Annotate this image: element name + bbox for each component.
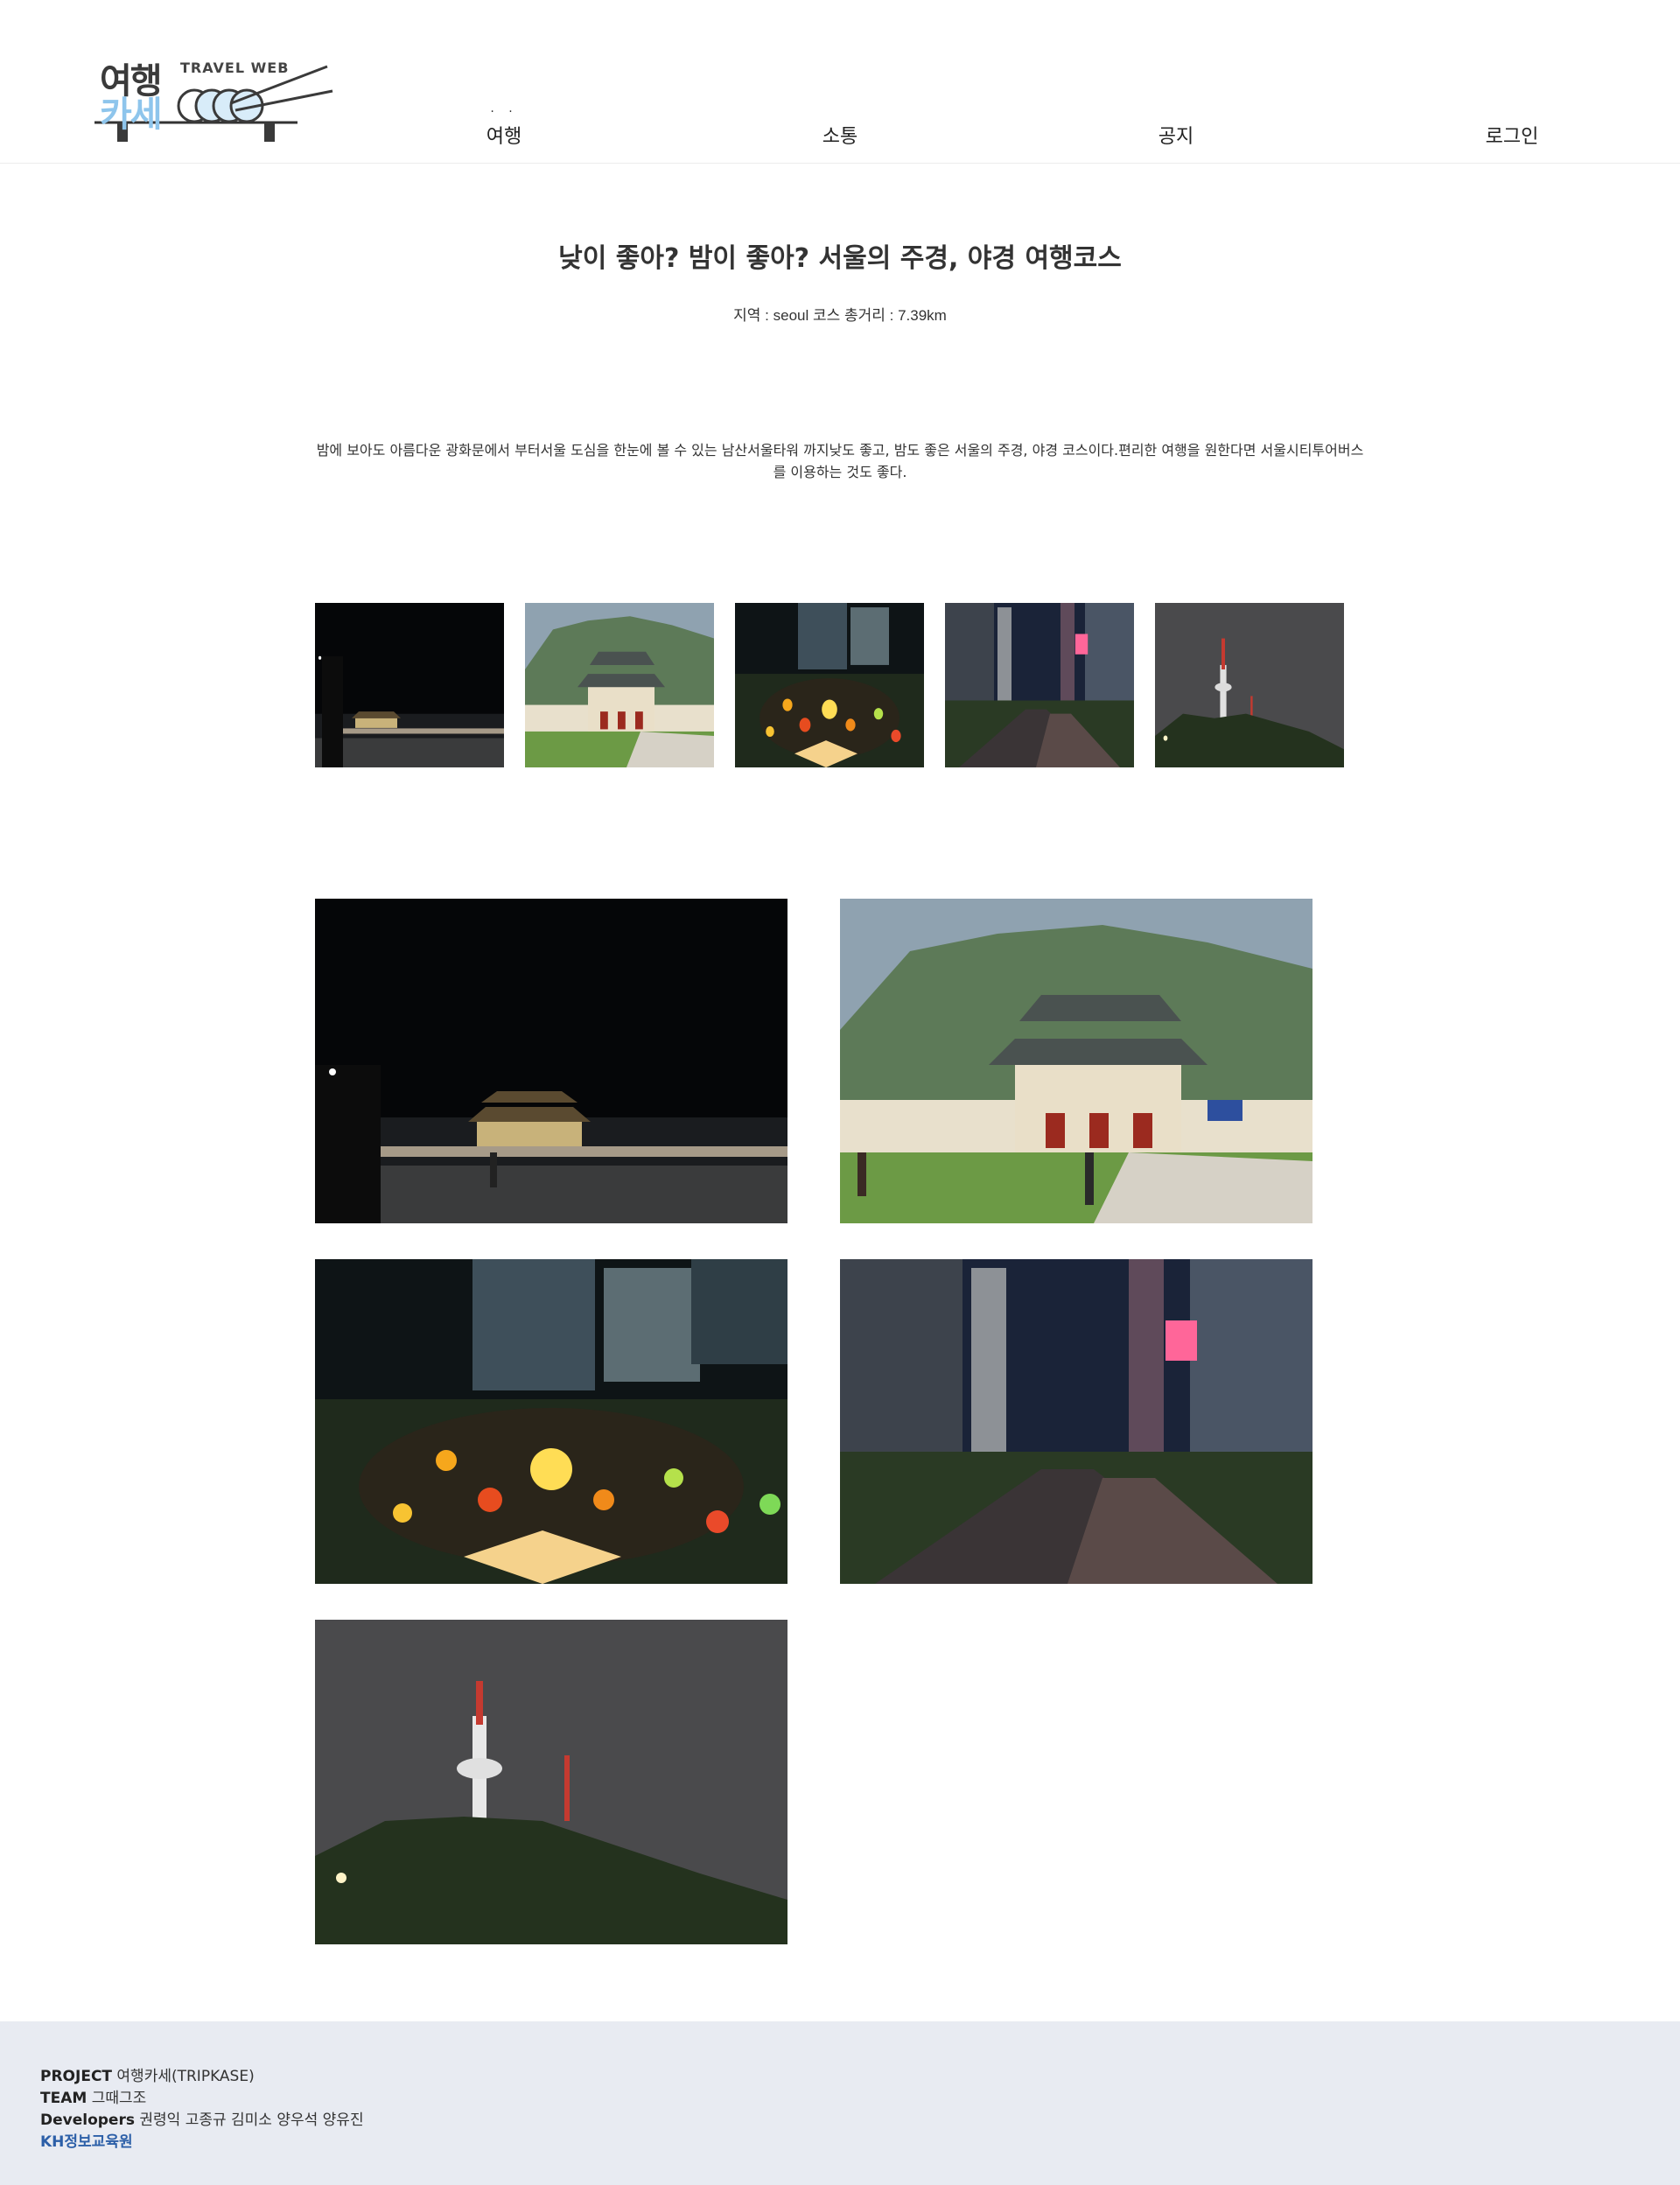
footer-developers-label: Developers [40, 2111, 135, 2129]
nav-item-travel[interactable]: · · 여행 [434, 105, 574, 149]
thumbnail-strip [315, 603, 1365, 767]
main-nav: · · 여행 소통 공지 로그인 [0, 105, 1680, 156]
site-footer: PROJECT 여행카세(TRIPKASE) TEAM 그때그조 Develop… [0, 2021, 1680, 2185]
gwanghwamun-night-image [315, 603, 504, 767]
nav-item-login[interactable]: 로그인 [1442, 121, 1582, 149]
site-header: 여행 카세 TRAVEL WEB · · 여행 소통 공지 로그인 [0, 0, 1680, 164]
thumbnail-gwanghwamun-day[interactable] [525, 603, 714, 767]
photo-gwanghwamun-day[interactable] [840, 899, 1312, 1223]
nav-item-label: 로그인 [1485, 126, 1539, 148]
photo-gwanghwamun-night[interactable] [315, 899, 788, 1223]
course-title: 낮이 좋아? 밤이 좋아? 서울의 주경, 야경 여행코스 [558, 243, 1122, 274]
footer-developers: Developers 권령익 고종규 김미소 양우석 양유진 [40, 2110, 364, 2132]
footer-developers-value: 권령익 고종규 김미소 양우석 양유진 [139, 2111, 364, 2129]
nav-item-label: 공지 [1158, 126, 1194, 148]
logo-tagline: TRAVEL WEB [180, 60, 290, 76]
namsan-tower-night-image [315, 1620, 788, 1944]
cheonggyecheon-night-stream-image [945, 603, 1134, 767]
cheonggyecheon-lanterns-image [315, 1259, 788, 1584]
thumbnail-gwanghwamun-night[interactable] [315, 603, 504, 767]
thumbnail-cheonggyecheon-night-stream[interactable] [945, 603, 1134, 767]
gwanghwamun-day-image [525, 603, 714, 767]
nav-item-label: 여행 [486, 126, 522, 148]
nav-item-community[interactable]: 소통 [770, 121, 910, 149]
footer-team: TEAM 그때그조 [40, 2088, 364, 2110]
gwanghwamun-night-image [315, 899, 788, 1223]
photo-cheonggyecheon-night-stream[interactable] [840, 1259, 1312, 1584]
footer-project-value: 여행카세(TRIPKASE) [116, 2068, 255, 2085]
cheonggyecheon-night-stream-image [840, 1259, 1312, 1584]
cheonggyecheon-lanterns-image [735, 603, 924, 767]
course-description: 밤에 보아도 아름다운 광화문에서 부터서울 도심을 한눈에 볼 수 있는 남산… [316, 442, 1364, 480]
namsan-tower-night-image [1155, 603, 1344, 767]
active-indicator: · · [490, 105, 518, 119]
nav-item-notice[interactable]: 공지 [1106, 121, 1246, 149]
footer-project-label: PROJECT [40, 2068, 113, 2085]
course-meta: 지역 : seoul 코스 총거리 : 7.39km [733, 307, 947, 324]
photo-namsan-tower-night[interactable] [315, 1620, 788, 1944]
footer-team-value: 그때그조 [91, 2090, 147, 2107]
gwanghwamun-day-image [840, 899, 1312, 1223]
footer-info: PROJECT 여행카세(TRIPKASE) TEAM 그때그조 Develop… [40, 2066, 364, 2153]
photo-cheonggyecheon-lanterns[interactable] [315, 1259, 788, 1584]
thumbnail-namsan-tower-night[interactable] [1155, 603, 1344, 767]
footer-team-label: TEAM [40, 2090, 88, 2107]
footer-org: KH정보교육원 [40, 2133, 133, 2151]
thumbnail-cheonggyecheon-lanterns[interactable] [735, 603, 924, 767]
nav-item-label: 소통 [822, 126, 858, 148]
footer-project: PROJECT 여행카세(TRIPKASE) [40, 2066, 364, 2088]
